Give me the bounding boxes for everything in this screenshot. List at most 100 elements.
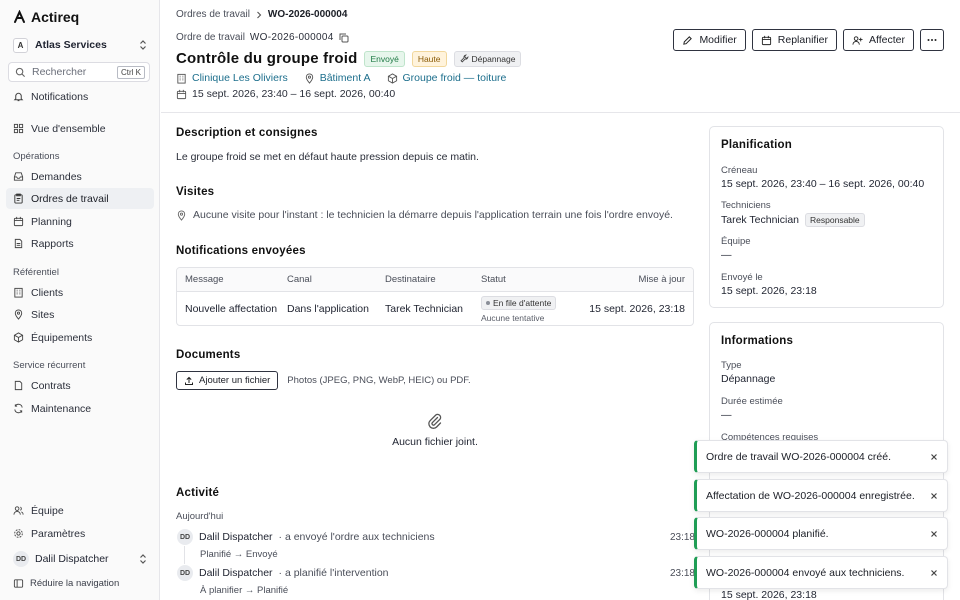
org-name: Atlas Services bbox=[35, 39, 107, 51]
app-logo[interactable]: Actireq bbox=[13, 9, 79, 25]
sidebar-item-label: Maintenance bbox=[31, 402, 92, 415]
documents-empty-text: Aucun fichier joint. bbox=[392, 436, 478, 448]
logo-icon bbox=[14, 10, 25, 23]
schedule-row: 15 sept. 2026, 23:40 – 16 sept. 2026, 00… bbox=[176, 88, 395, 100]
equipment-link[interactable]: Groupe froid — toiture bbox=[403, 72, 507, 84]
close-icon[interactable] bbox=[929, 568, 939, 578]
activity-transition: Planifié → Envoyé bbox=[200, 549, 278, 560]
sidebar-item-overview[interactable]: Vue d'ensemble bbox=[6, 118, 154, 139]
cell-channel: Dans l'application bbox=[287, 303, 369, 315]
search-input[interactable]: Rechercher Ctrl K bbox=[8, 62, 150, 82]
status-attempts: Aucune tentative bbox=[481, 312, 545, 323]
activity-time: 23:18 bbox=[669, 532, 695, 543]
action-toolbar: Modifier Replanifier Affecter bbox=[673, 29, 944, 51]
sidebar-item-label: Clients bbox=[31, 286, 64, 299]
sent-label: Envoyé le bbox=[721, 272, 763, 283]
refresh-icon bbox=[14, 403, 23, 414]
sidebar-item-team[interactable]: Équipe bbox=[6, 500, 154, 521]
client-link[interactable]: Clinique Les Oliviers bbox=[192, 72, 288, 84]
sidebar-item-clients[interactable]: Clients bbox=[6, 282, 154, 303]
sidebar-item-contracts[interactable]: Contrats bbox=[6, 375, 154, 396]
breadcrumb-current: WO-2026-000004 bbox=[267, 9, 348, 20]
close-icon[interactable] bbox=[929, 452, 939, 462]
site-link[interactable]: Bâtiment A bbox=[320, 72, 371, 84]
org-switcher[interactable]: A Atlas Services bbox=[13, 37, 147, 53]
replan-button[interactable]: Replanifier bbox=[751, 29, 837, 51]
activity-text: · a envoyé l'ordre aux techniciens bbox=[278, 531, 435, 543]
documents-empty: Aucun fichier joint. bbox=[176, 413, 694, 448]
sidebar-item-notifications[interactable]: Notifications bbox=[6, 86, 154, 107]
map-pin-icon bbox=[305, 73, 313, 84]
document-icon bbox=[14, 380, 23, 391]
activity-item: DD Dalil Dispatcher · a envoyé l'ordre a… bbox=[177, 529, 695, 560]
type-label: Type bbox=[721, 360, 742, 371]
activity-day-label: Aujourd'hui bbox=[176, 511, 224, 522]
more-actions-button[interactable] bbox=[920, 29, 944, 51]
close-icon[interactable] bbox=[929, 529, 939, 539]
close-icon[interactable] bbox=[929, 491, 939, 501]
header-divider bbox=[161, 112, 960, 113]
chevron-right-icon bbox=[257, 11, 262, 18]
add-file-button[interactable]: Ajouter un fichier bbox=[176, 371, 279, 390]
sidebar-item-maintenance[interactable]: Maintenance bbox=[6, 398, 154, 419]
calendar-icon bbox=[761, 35, 771, 45]
status-badge: Envoyé bbox=[364, 50, 405, 67]
avatar: DD bbox=[177, 529, 193, 545]
building-icon bbox=[14, 287, 23, 298]
nav-section-reference: Référentiel bbox=[13, 267, 59, 278]
queue-status-badge: En file d'attente bbox=[481, 295, 557, 310]
queue-status-label: En file d'attente bbox=[493, 297, 552, 308]
column-header: Message bbox=[185, 274, 224, 285]
cell-status: En file d'attente Aucune tentative bbox=[481, 295, 581, 323]
copy-icon[interactable] bbox=[339, 33, 349, 43]
building-icon bbox=[177, 73, 186, 84]
slot-label: Créneau bbox=[721, 165, 758, 176]
toast-message: WO-2026-000004 envoyé aux techniciens. bbox=[706, 566, 905, 579]
pencil-icon bbox=[683, 35, 693, 45]
team-value: — bbox=[721, 249, 732, 261]
sidebar-item-label: Planning bbox=[31, 215, 72, 228]
activity-item: DD Dalil Dispatcher · a planifié l'inter… bbox=[177, 565, 695, 596]
planning-card-title: Planification bbox=[721, 139, 792, 151]
sidebar-item-settings[interactable]: Paramètres bbox=[6, 523, 154, 544]
column-header: Destinataire bbox=[385, 274, 436, 285]
technician-name[interactable]: Tarek Technician bbox=[721, 214, 799, 226]
assign-button-label: Affecter bbox=[869, 34, 905, 46]
user-menu[interactable]: DD Dalil Dispatcher bbox=[13, 550, 147, 568]
sidebar-item-label: Équipements bbox=[31, 331, 93, 344]
title-row: Contrôle du groupe froid Envoyé Haute Dé… bbox=[176, 50, 522, 67]
more-horizontal-icon bbox=[927, 39, 937, 41]
file-text-icon bbox=[14, 238, 23, 249]
sidebar-item-label: Équipe bbox=[31, 504, 64, 517]
duration-value: — bbox=[721, 409, 732, 421]
org-badge: A bbox=[13, 37, 28, 53]
assign-button[interactable]: Affecter bbox=[843, 29, 914, 51]
slot-value-text: 15 sept. 2026, 23:40 – 16 sept. 2026, 00… bbox=[721, 178, 925, 190]
team-label: Équipe bbox=[721, 236, 751, 247]
gear-icon bbox=[14, 529, 23, 538]
sidebar-item-work-orders[interactable]: Ordres de travail bbox=[6, 188, 154, 209]
cube-icon bbox=[387, 72, 397, 84]
breadcrumb-parent[interactable]: Ordres de travail bbox=[176, 9, 250, 20]
edit-button[interactable]: Modifier bbox=[673, 29, 746, 51]
sidebar-item-planning[interactable]: Planning bbox=[6, 211, 154, 232]
technicians-label: Techniciens bbox=[721, 200, 771, 211]
sidebar-item-requests[interactable]: Demandes bbox=[6, 166, 154, 187]
table-row: Nouvelle affectation Dans l'application … bbox=[177, 292, 693, 325]
activity-heading: Activité bbox=[176, 487, 220, 499]
sidebar-item-label: Rapports bbox=[31, 237, 74, 250]
wo-label: Ordre de travail bbox=[176, 32, 245, 43]
sidebar-item-sites[interactable]: Sites bbox=[6, 304, 154, 325]
bell-icon bbox=[13, 92, 24, 102]
visits-empty: Aucune visite pour l'instant : le techni… bbox=[176, 209, 673, 221]
sidebar-item-equipment[interactable]: Équipements bbox=[6, 327, 154, 348]
wo-number: WO-2026-000004 bbox=[249, 32, 334, 43]
notifications-heading: Notifications envoyées bbox=[176, 245, 306, 257]
replan-button-label: Replanifier bbox=[777, 34, 828, 46]
sidebar-item-reports[interactable]: Rapports bbox=[6, 233, 154, 254]
cube-icon bbox=[13, 332, 24, 343]
column-header: Statut bbox=[481, 274, 506, 285]
sidebar: Actireq A Atlas Services Rechercher Ctrl… bbox=[0, 0, 160, 600]
collapse-nav-button[interactable]: Réduire la navigation bbox=[13, 578, 119, 589]
sent-value-text: 15 sept. 2026, 23:18 bbox=[721, 285, 817, 297]
